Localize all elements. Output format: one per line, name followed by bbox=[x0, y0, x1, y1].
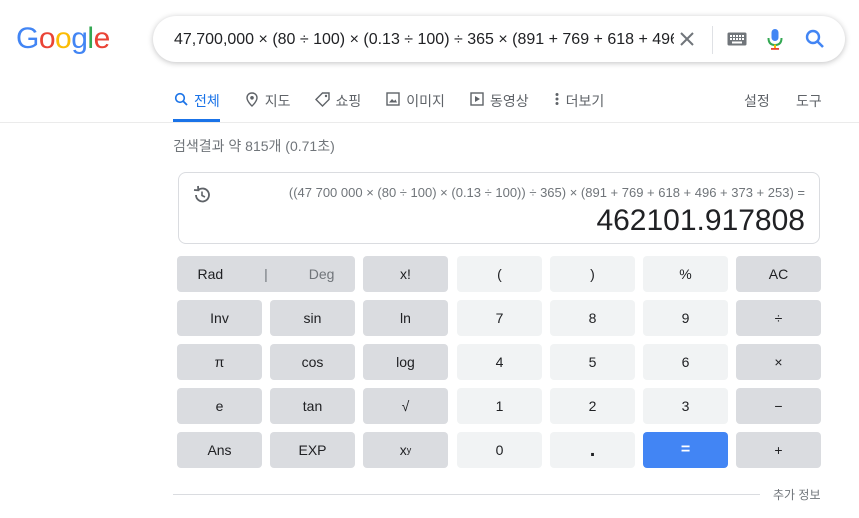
search-icon[interactable] bbox=[803, 27, 827, 51]
inverse-button[interactable]: Inv bbox=[177, 300, 262, 336]
log-button[interactable]: log bbox=[363, 344, 448, 380]
digit-5-button[interactable]: 5 bbox=[550, 344, 635, 380]
logo-letter: g bbox=[71, 22, 88, 55]
exp-button[interactable]: EXP bbox=[270, 432, 355, 468]
search-divider bbox=[712, 26, 713, 54]
tab-label: 더보기 bbox=[565, 93, 605, 109]
calculator-expression: ((47 700 000 × (80 ÷ 100) × (0.13 ÷ 100)… bbox=[288, 185, 805, 200]
tab-more[interactable]: 더보기 bbox=[553, 89, 605, 122]
keyboard-icon[interactable] bbox=[725, 27, 749, 51]
search-box bbox=[153, 16, 845, 62]
ln-button[interactable]: ln bbox=[363, 300, 448, 336]
digit-8-button[interactable]: 8 bbox=[550, 300, 635, 336]
google-logo[interactable]: Google bbox=[16, 22, 110, 56]
tab-images[interactable]: 이미지 bbox=[385, 89, 445, 122]
settings-link[interactable]: 설정 bbox=[744, 91, 770, 111]
sin-button[interactable]: sin bbox=[270, 300, 355, 336]
calculator-result: 462101.917808 bbox=[596, 204, 805, 237]
result-stats: 검색결과 약 815개 (0.71초) bbox=[173, 138, 335, 154]
sqrt-button[interactable]: √ bbox=[363, 388, 448, 424]
tab-label: 쇼핑 bbox=[335, 93, 362, 109]
history-icon[interactable] bbox=[192, 185, 212, 205]
more-vert-icon bbox=[553, 91, 561, 107]
more-info-link[interactable]: 추가 정보 bbox=[773, 486, 821, 503]
decimal-button[interactable]: . bbox=[550, 432, 635, 468]
power-exponent: y bbox=[406, 445, 412, 455]
cos-button[interactable]: cos bbox=[270, 344, 355, 380]
tab-label: 이미지 bbox=[406, 93, 445, 109]
equals-button[interactable]: = bbox=[643, 432, 728, 468]
search-icon bbox=[173, 91, 189, 107]
divide-button[interactable]: ÷ bbox=[736, 300, 821, 336]
rad-label[interactable]: Rad bbox=[197, 266, 223, 282]
digit-1-button[interactable]: 1 bbox=[457, 388, 542, 424]
tab-label: 전체 bbox=[194, 93, 220, 109]
angle-mode-toggle[interactable]: Rad | Deg bbox=[177, 256, 355, 292]
plus-button[interactable]: + bbox=[736, 432, 821, 468]
tab-videos[interactable]: 동영상 bbox=[469, 89, 529, 122]
footer-divider bbox=[173, 494, 760, 495]
power-base: x bbox=[399, 442, 407, 458]
tag-icon bbox=[315, 91, 331, 107]
header-divider bbox=[0, 122, 859, 123]
left-paren-button[interactable]: ( bbox=[457, 256, 542, 292]
digit-9-button[interactable]: 9 bbox=[643, 300, 728, 336]
answer-button[interactable]: Ans bbox=[177, 432, 262, 468]
deg-label[interactable]: Deg bbox=[309, 266, 335, 282]
logo-letter: o bbox=[55, 22, 72, 55]
map-pin-icon bbox=[244, 91, 260, 107]
factorial-button[interactable]: x! bbox=[363, 256, 448, 292]
minus-button[interactable]: − bbox=[736, 388, 821, 424]
tan-button[interactable]: tan bbox=[270, 388, 355, 424]
tab-label: 동영상 bbox=[489, 93, 529, 109]
digit-3-button[interactable]: 3 bbox=[643, 388, 728, 424]
tools-link[interactable]: 도구 bbox=[796, 91, 822, 111]
tab-all[interactable]: 전체 bbox=[173, 89, 220, 122]
digit-4-button[interactable]: 4 bbox=[457, 344, 542, 380]
pi-button[interactable]: π bbox=[177, 344, 262, 380]
calculator-display: ((47 700 000 × (80 ÷ 100) × (0.13 ÷ 100)… bbox=[178, 172, 820, 244]
tab-shopping[interactable]: 쇼핑 bbox=[315, 89, 362, 122]
percent-button[interactable]: % bbox=[643, 256, 728, 292]
search-tabs: 전체 지도 쇼핑 이미지 동영상 더보기 bbox=[173, 89, 628, 122]
right-paren-button[interactable]: ) bbox=[550, 256, 635, 292]
tab-label: 지도 bbox=[264, 93, 291, 109]
play-icon bbox=[469, 91, 485, 107]
digit-7-button[interactable]: 7 bbox=[457, 300, 542, 336]
mic-icon[interactable] bbox=[763, 27, 787, 51]
digit-6-button[interactable]: 6 bbox=[643, 344, 728, 380]
power-button[interactable]: xy bbox=[363, 432, 448, 468]
logo-letter: G bbox=[16, 22, 39, 55]
digit-2-button[interactable]: 2 bbox=[550, 388, 635, 424]
mode-separator: | bbox=[264, 266, 268, 282]
logo-letter: e bbox=[93, 22, 111, 55]
multiply-button[interactable]: × bbox=[736, 344, 821, 380]
logo-letter: o bbox=[38, 22, 56, 55]
search-input[interactable] bbox=[174, 30, 674, 50]
all-clear-button[interactable]: AC bbox=[736, 256, 821, 292]
image-icon bbox=[385, 91, 401, 107]
digit-0-button[interactable]: 0 bbox=[457, 432, 542, 468]
close-icon[interactable] bbox=[675, 27, 699, 51]
euler-button[interactable]: e bbox=[177, 388, 262, 424]
tab-maps[interactable]: 지도 bbox=[244, 89, 291, 122]
